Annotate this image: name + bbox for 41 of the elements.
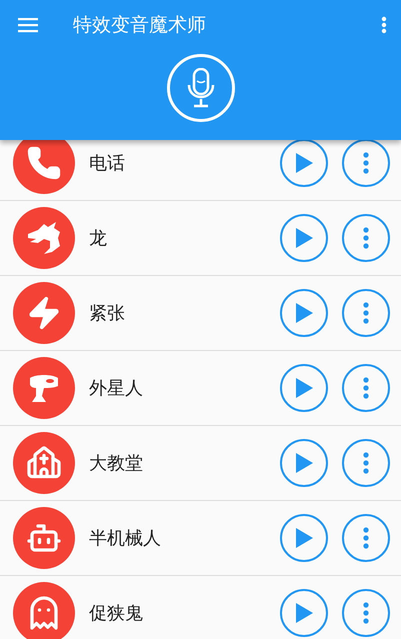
play-icon bbox=[294, 527, 314, 549]
more-button[interactable] bbox=[342, 139, 390, 187]
effect-name: 电话 bbox=[89, 152, 126, 175]
play-button[interactable] bbox=[280, 514, 328, 562]
play-button[interactable] bbox=[280, 139, 328, 187]
more-icon bbox=[363, 152, 369, 174]
play-button[interactable] bbox=[280, 589, 328, 637]
play-icon bbox=[294, 452, 314, 474]
more-icon bbox=[363, 527, 369, 549]
app-title: 特效变音魔术师 bbox=[73, 13, 207, 38]
microphone-icon bbox=[186, 68, 216, 108]
play-button[interactable] bbox=[280, 364, 328, 412]
effect-name: 大教堂 bbox=[89, 452, 144, 475]
more-icon[interactable] bbox=[379, 14, 389, 36]
microphone-button[interactable] bbox=[166, 54, 234, 122]
play-icon bbox=[294, 152, 314, 174]
more-icon bbox=[363, 377, 369, 399]
more-button[interactable] bbox=[342, 214, 390, 262]
play-button[interactable] bbox=[280, 289, 328, 337]
effect-name: 外星人 bbox=[89, 377, 144, 400]
more-button[interactable] bbox=[342, 589, 390, 637]
play-icon bbox=[294, 302, 314, 324]
more-button[interactable] bbox=[342, 439, 390, 487]
effect-name: 半机械人 bbox=[89, 527, 162, 550]
play-button[interactable] bbox=[280, 214, 328, 262]
play-icon bbox=[294, 227, 314, 249]
ghost-icon bbox=[13, 582, 75, 639]
play-icon bbox=[294, 602, 314, 624]
effect-name: 紧张 bbox=[89, 302, 126, 325]
effect-name: 促狭鬼 bbox=[89, 602, 144, 625]
more-button[interactable] bbox=[342, 289, 390, 337]
effect-name: 龙 bbox=[89, 227, 108, 250]
more-button[interactable] bbox=[342, 364, 390, 412]
more-icon bbox=[363, 227, 369, 249]
more-button[interactable] bbox=[342, 514, 390, 562]
play-icon bbox=[294, 377, 314, 399]
play-button[interactable] bbox=[280, 439, 328, 487]
more-icon bbox=[363, 302, 369, 324]
menu-icon[interactable] bbox=[16, 15, 40, 35]
more-icon bbox=[363, 602, 369, 624]
more-icon bbox=[363, 452, 369, 474]
